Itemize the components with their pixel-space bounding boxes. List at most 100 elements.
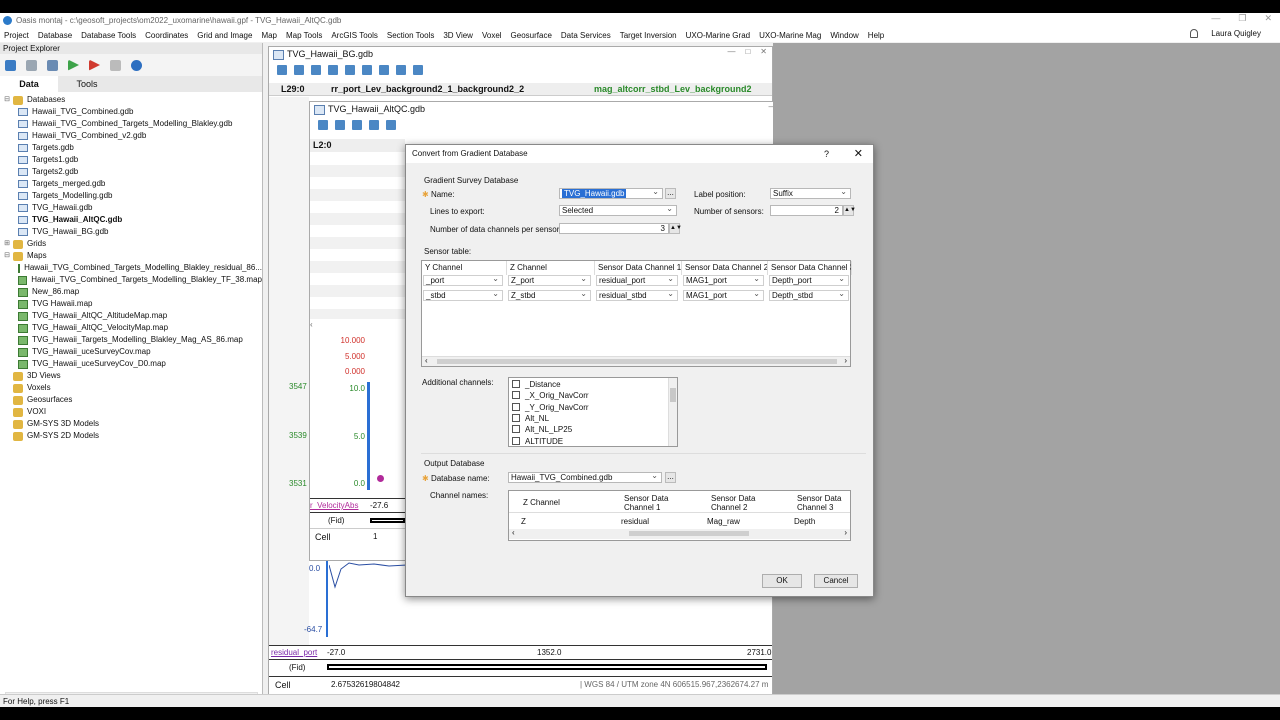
tree-item[interactable]: Voxels [0, 382, 262, 394]
tree-item[interactable]: Geosurfaces [0, 394, 262, 406]
menu-3d-view[interactable]: 3D View [443, 31, 473, 40]
browse-button[interactable]: ... [665, 188, 676, 199]
tree-item[interactable]: Targets_merged.gdb [0, 178, 262, 190]
channel-header[interactable]: rr_port_Lev_background2_1_background2_2 [331, 84, 524, 94]
profile-channel[interactable]: r_VelocityAbs [310, 501, 358, 510]
user-account[interactable]: Laura Quigley [1190, 29, 1270, 38]
tree-item[interactable]: Targets1.gdb [0, 154, 262, 166]
menu-project[interactable]: Project [4, 31, 29, 40]
sensor-cell-dropdown[interactable]: Depth_port [769, 275, 849, 286]
tree-item[interactable]: TVG_Hawaii_AltQC.gdb [0, 214, 262, 226]
tree-item[interactable]: TVG_Hawaii_AltQC_VelocityMap.map [0, 322, 262, 334]
tab-tools[interactable]: Tools [58, 76, 116, 92]
properties-icon[interactable] [47, 59, 58, 71]
channel-checkbox[interactable] [512, 436, 520, 445]
fid-bar[interactable] [370, 518, 405, 523]
tool-icon[interactable] [396, 65, 406, 75]
tree-item[interactable]: ⊟ Maps [0, 250, 262, 262]
tool-icon[interactable] [335, 120, 345, 130]
tool-icon[interactable] [386, 120, 396, 130]
menu-map[interactable]: Map [261, 31, 277, 40]
sensor-cell-dropdown[interactable]: Z_stbd [508, 290, 591, 301]
fid-bar[interactable] [327, 664, 767, 670]
scrollbar-thumb[interactable] [629, 531, 749, 536]
scrollbar-thumb[interactable] [437, 359, 837, 364]
minimize-icon[interactable]: — [727, 47, 735, 56]
channel-checkbox[interactable] [512, 425, 520, 434]
sensors-stepper[interactable]: 2 [770, 205, 843, 216]
column-header[interactable]: Y Channel [422, 261, 507, 275]
tree-item[interactable]: Hawaii_TVG_Combined_v2.gdb [0, 130, 262, 142]
close-icon[interactable]: ✕ [1264, 13, 1272, 24]
column-header[interactable]: Sensor Data Channel 2 [711, 494, 771, 512]
menu-target-inversion[interactable]: Target Inversion [620, 31, 677, 40]
sensor-table-hscroll[interactable]: ‹ › [422, 356, 850, 366]
tree-item[interactable]: TVG Hawaii.map [0, 298, 262, 310]
restore-icon[interactable]: ❐ [1238, 13, 1246, 24]
maximize-icon[interactable]: □ [745, 47, 750, 56]
profile-channel[interactable]: residual_port [271, 648, 317, 657]
scroll-right-icon[interactable]: › [844, 356, 847, 365]
refresh-icon[interactable] [5, 59, 16, 71]
run-icon[interactable] [68, 59, 79, 71]
dbname-dropdown[interactable]: Hawaii_TVG_Combined.gdb [508, 472, 662, 483]
tool-icon[interactable] [362, 65, 372, 75]
menu-coordinates[interactable]: Coordinates [145, 31, 188, 40]
tree-item[interactable]: Hawaii_TVG_Combined_Targets_Modelling_Bl… [0, 118, 262, 130]
sensor-cell-dropdown[interactable]: Z_port [508, 275, 591, 286]
tab-data[interactable]: Data [0, 76, 58, 92]
help-button[interactable]: ? [824, 145, 829, 163]
column-header[interactable]: Sensor Data Channel 1 [624, 494, 684, 512]
table-cell[interactable]: Mag_raw [707, 517, 740, 526]
tree-item[interactable]: Hawaii_TVG_Combined.gdb [0, 106, 262, 118]
tool-icon[interactable] [379, 65, 389, 75]
close-icon[interactable]: ✕ [760, 47, 767, 56]
tool-icon[interactable] [413, 65, 423, 75]
channel-checkbox[interactable] [512, 391, 520, 400]
menu-database-tools[interactable]: Database Tools [81, 31, 136, 40]
menu-data-services[interactable]: Data Services [561, 31, 611, 40]
tree-item[interactable]: TVG_Hawaii_uceSurveyCov_D0.map [0, 358, 262, 370]
menu-grid-and-image[interactable]: Grid and Image [197, 31, 252, 40]
tool-icon[interactable] [294, 65, 304, 75]
tree-item[interactable]: ⊟ Databases [0, 94, 262, 106]
tree-item[interactable]: GM-SYS 2D Models [0, 430, 262, 442]
lines-dropdown[interactable]: Selected [559, 205, 677, 216]
table-cell[interactable]: Z [521, 517, 526, 526]
column-header[interactable]: Sensor Data Channel 1 [595, 261, 682, 275]
minimize-icon[interactable]: — [1211, 13, 1220, 24]
tree-item[interactable]: New_86.map [0, 286, 262, 298]
cancel-button[interactable]: Cancel [814, 574, 858, 588]
menu-database[interactable]: Database [38, 31, 72, 40]
sensor-cell-dropdown[interactable]: MAG1_port [683, 275, 764, 286]
column-header[interactable]: Z Channel [523, 498, 560, 507]
tool-icon[interactable] [328, 65, 338, 75]
tree-item[interactable]: TVG_Hawaii_Targets_Modelling_Blakley_Mag… [0, 334, 262, 346]
sensor-cell-dropdown[interactable]: _stbd [423, 290, 503, 301]
tool-icon[interactable] [311, 65, 321, 75]
line-label[interactable]: L2:0 [313, 140, 332, 150]
tool-icon[interactable] [318, 120, 328, 130]
tree-item[interactable]: 3D Views [0, 370, 262, 382]
menu-section-tools[interactable]: Section Tools [387, 31, 434, 40]
scroll-left-icon[interactable]: ‹ [512, 528, 515, 537]
column-header[interactable]: Z Channel [507, 261, 595, 275]
column-header[interactable]: Sensor Data Channel 3 [768, 261, 852, 275]
tool-icon[interactable] [369, 120, 379, 130]
tool-icon[interactable] [345, 65, 355, 75]
open-icon[interactable] [26, 59, 37, 71]
menu-help[interactable]: Help [868, 31, 884, 40]
scroll-right-icon[interactable]: › [844, 528, 847, 537]
close-button[interactable]: ✕ [854, 145, 863, 163]
menu-geosurface[interactable]: Geosurface [511, 31, 552, 40]
table-cell[interactable]: residual [621, 517, 649, 526]
sensor-cell-dropdown[interactable]: _port [423, 275, 503, 286]
channel-names-hscroll[interactable]: ‹ › [509, 528, 850, 539]
tree-item[interactable]: Targets2.gdb [0, 166, 262, 178]
tree-item[interactable]: ⊞ Grids [0, 238, 262, 250]
name-dropdown[interactable]: TVG_Hawaii.gdb [559, 188, 663, 199]
run-all-icon[interactable] [89, 59, 100, 71]
channels-stepper[interactable]: 3 [559, 223, 669, 234]
tree-item[interactable]: Targets.gdb [0, 142, 262, 154]
tool-icon[interactable] [352, 120, 362, 130]
